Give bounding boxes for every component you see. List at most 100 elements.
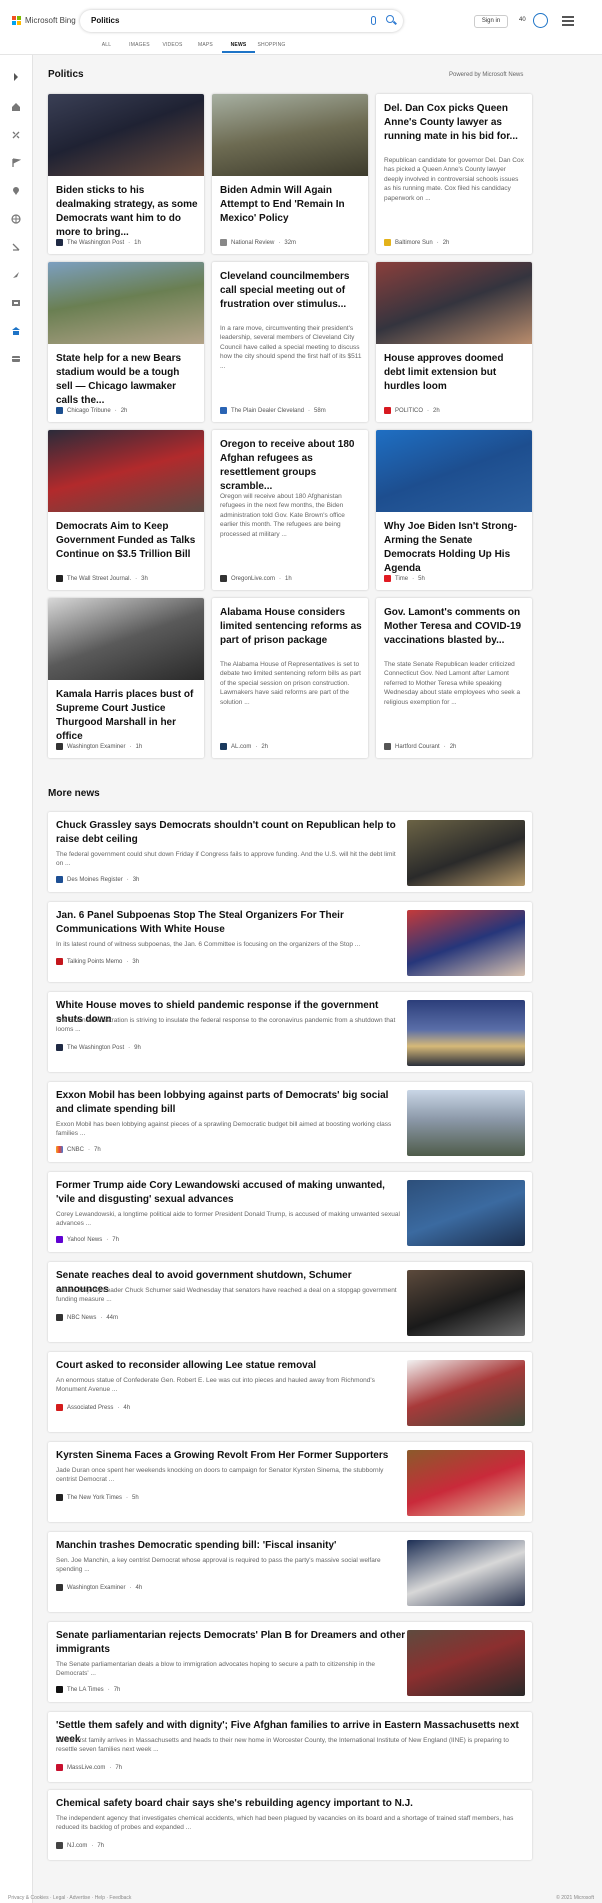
source-logo-icon bbox=[220, 407, 227, 414]
scale-icon[interactable] bbox=[11, 239, 21, 251]
globe-icon[interactable] bbox=[11, 211, 21, 224]
source-logo-icon bbox=[56, 1146, 63, 1153]
location-icon[interactable] bbox=[11, 183, 21, 195]
more-news-item[interactable]: 'Settle them safely and with dignity'; F… bbox=[48, 1712, 532, 1782]
card-source: National Review · 32m bbox=[220, 239, 296, 246]
more-news-item[interactable]: Senate reaches deal to avoid government … bbox=[48, 1262, 532, 1342]
article-title[interactable]: Senate parliamentarian rejects Democrats… bbox=[56, 1629, 406, 1657]
more-news-item[interactable]: Senate parliamentarian rejects Democrats… bbox=[48, 1622, 532, 1702]
card-title[interactable]: Biden Admin Will Again Attempt to End 'R… bbox=[220, 184, 362, 226]
card-title[interactable]: Democrats Aim to Keep Government Funded … bbox=[56, 520, 198, 562]
search-box[interactable]: Politics bbox=[80, 10, 403, 32]
article-image bbox=[407, 1000, 525, 1066]
article-image bbox=[407, 1270, 525, 1336]
search-icon[interactable] bbox=[386, 15, 394, 23]
source-logo-icon bbox=[220, 239, 227, 246]
article-image bbox=[407, 1630, 525, 1696]
news-image bbox=[48, 262, 204, 344]
news-card[interactable]: State help for a new Bears stadium would… bbox=[48, 262, 204, 422]
bing-logo[interactable]: Microsoft Bing bbox=[12, 16, 76, 25]
card-title[interactable]: Gov. Lamont's comments on Mother Teresa … bbox=[384, 606, 526, 648]
news-card[interactable]: Kamala Harris places bust of Supreme Cou… bbox=[48, 598, 204, 758]
more-news-item[interactable]: Chemical safety board chair says she's r… bbox=[48, 1790, 532, 1860]
search-tabs: ALL IMAGES VIDEOS MAPS NEWS SHOPPING bbox=[90, 42, 288, 53]
card-title[interactable]: House approves doomed debt limit extensi… bbox=[384, 352, 526, 394]
more-news-item[interactable]: Chuck Grassley says Democrats shouldn't … bbox=[48, 812, 532, 892]
article-title[interactable]: Jan. 6 Panel Subpoenas Stop The Steal Or… bbox=[56, 909, 406, 937]
card-icon[interactable] bbox=[11, 351, 21, 362]
flag-icon[interactable] bbox=[11, 155, 22, 167]
film-icon[interactable] bbox=[11, 295, 21, 306]
source-logo-icon bbox=[384, 743, 391, 750]
news-image bbox=[376, 262, 532, 344]
news-card[interactable]: Oregon to receive about 180 Afghan refug… bbox=[212, 430, 368, 590]
source-logo-icon bbox=[56, 1314, 63, 1321]
article-source: The LA Times · 7h bbox=[56, 1686, 120, 1693]
tab-maps[interactable]: MAPS bbox=[189, 42, 222, 53]
card-title[interactable]: Biden sticks to his dealmaking strategy,… bbox=[56, 184, 198, 240]
article-source: The New York Times · 5h bbox=[56, 1494, 139, 1501]
article-title[interactable]: Manchin trashes Democratic spending bill… bbox=[56, 1539, 406, 1553]
article-title[interactable]: Kyrsten Sinema Faces a Growing Revolt Fr… bbox=[56, 1449, 406, 1463]
news-card[interactable]: Gov. Lamont's comments on Mother Teresa … bbox=[376, 598, 532, 758]
card-title[interactable]: Cleveland councilmembers call special me… bbox=[220, 270, 362, 312]
menu-icon[interactable] bbox=[562, 16, 574, 28]
more-news-item[interactable]: Exxon Mobil has been lobbying against pa… bbox=[48, 1082, 532, 1162]
article-title[interactable]: Chemical safety board chair says she's r… bbox=[56, 1797, 526, 1811]
card-title[interactable]: Alabama House considers limited sentenci… bbox=[220, 606, 362, 648]
card-title[interactable]: Del. Dan Cox picks Queen Anne's County l… bbox=[384, 102, 526, 144]
article-title[interactable]: Former Trump aide Cory Lewandowski accus… bbox=[56, 1179, 406, 1207]
card-summary: In a rare move, circumventing their pres… bbox=[220, 325, 362, 370]
more-news-item[interactable]: White House moves to shield pandemic res… bbox=[48, 992, 532, 1072]
card-source: Baltimore Sun · 2h bbox=[384, 239, 449, 246]
article-summary: In its latest round of witness subpoenas… bbox=[56, 941, 361, 948]
card-title[interactable]: Why Joe Biden Isn't Strong-Arming the Se… bbox=[384, 520, 526, 576]
more-news-item[interactable]: Kyrsten Sinema Faces a Growing Revolt Fr… bbox=[48, 1442, 532, 1522]
article-image bbox=[407, 1450, 525, 1516]
tab-news[interactable]: NEWS bbox=[222, 42, 255, 53]
news-card[interactable]: Biden Admin Will Again Attempt to End 'R… bbox=[212, 94, 368, 254]
article-title[interactable]: Chuck Grassley says Democrats shouldn't … bbox=[56, 819, 406, 847]
tab-images[interactable]: IMAGES bbox=[123, 42, 156, 53]
tab-all[interactable]: ALL bbox=[90, 42, 123, 53]
home-icon[interactable] bbox=[11, 99, 21, 111]
more-news-item[interactable]: Former Trump aide Cory Lewandowski accus… bbox=[48, 1172, 532, 1252]
news-card[interactable]: House approves doomed debt limit extensi… bbox=[376, 262, 532, 422]
rewards-points[interactable]: 40 bbox=[519, 17, 526, 23]
news-card[interactable]: Biden sticks to his dealmaking strategy,… bbox=[48, 94, 204, 254]
source-logo-icon bbox=[56, 1236, 63, 1243]
article-title[interactable]: Court asked to reconsider allowing Lee s… bbox=[56, 1359, 406, 1373]
search-input[interactable]: Politics bbox=[91, 16, 119, 25]
tab-shopping[interactable]: SHOPPING bbox=[255, 42, 288, 53]
news-card[interactable]: Del. Dan Cox picks Queen Anne's County l… bbox=[376, 94, 532, 254]
microphone-icon[interactable] bbox=[371, 16, 376, 25]
more-news-item[interactable]: Jan. 6 Panel Subpoenas Stop The Steal Or… bbox=[48, 902, 532, 982]
more-news-item[interactable]: Court asked to reconsider allowing Lee s… bbox=[48, 1352, 532, 1432]
sparkle-icon[interactable] bbox=[11, 127, 21, 139]
card-title[interactable]: Kamala Harris places bust of Supreme Cou… bbox=[56, 688, 198, 744]
source-logo-icon bbox=[220, 743, 227, 750]
news-card[interactable]: Democrats Aim to Keep Government Funded … bbox=[48, 430, 204, 590]
card-title[interactable]: State help for a new Bears stadium would… bbox=[56, 352, 198, 408]
article-source: MassLive.com · 7h bbox=[56, 1764, 122, 1771]
rewards-icon[interactable] bbox=[533, 13, 548, 28]
card-source: OregonLive.com · 1h bbox=[220, 575, 292, 582]
rocket-icon[interactable] bbox=[11, 267, 21, 278]
section-title: Politics bbox=[48, 69, 84, 80]
more-news-item[interactable]: Manchin trashes Democratic spending bill… bbox=[48, 1532, 532, 1612]
news-card[interactable]: Cleveland councilmembers call special me… bbox=[212, 262, 368, 422]
news-image bbox=[48, 598, 204, 680]
source-logo-icon bbox=[220, 575, 227, 582]
news-card[interactable]: Alabama House considers limited sentenci… bbox=[212, 598, 368, 758]
card-title[interactable]: Oregon to receive about 180 Afghan refug… bbox=[220, 438, 362, 494]
tab-videos[interactable]: VIDEOS bbox=[156, 42, 189, 53]
sign-in-button[interactable]: Sign in bbox=[474, 15, 508, 28]
source-logo-icon bbox=[56, 743, 63, 750]
politics-icon[interactable] bbox=[11, 323, 21, 335]
footer-links[interactable]: Privacy & Cookies · Legal · Advertise · … bbox=[8, 1895, 131, 1901]
article-source: Talking Points Memo · 3h bbox=[56, 958, 139, 965]
article-title[interactable]: Exxon Mobil has been lobbying against pa… bbox=[56, 1089, 406, 1117]
news-card[interactable]: Why Joe Biden Isn't Strong-Arming the Se… bbox=[376, 430, 532, 590]
arrow-right-icon[interactable] bbox=[11, 69, 21, 81]
card-summary: Oregon will receive about 180 Afghanista… bbox=[220, 493, 345, 538]
